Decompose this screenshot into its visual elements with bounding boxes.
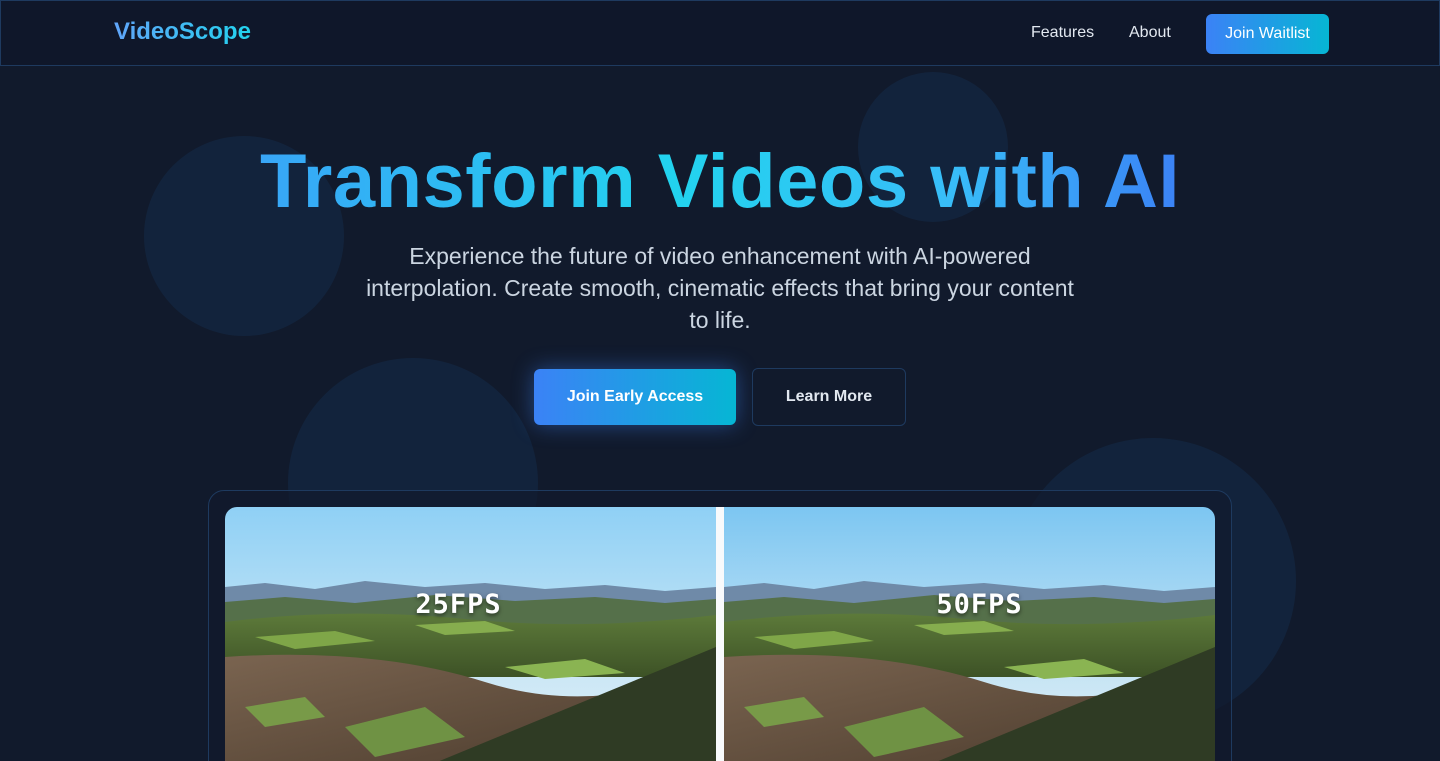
learn-more-button[interactable]: Learn More [752, 368, 906, 426]
hero-title-text: Transform Videos with AI [260, 139, 1180, 224]
landing-page: VideoScope Features About Join Waitlist … [0, 0, 1440, 761]
join-waitlist-button[interactable]: Join Waitlist [1206, 14, 1329, 54]
nav-link-about[interactable]: About [1129, 24, 1171, 42]
landscape-image [225, 507, 716, 761]
landscape-image [724, 507, 1215, 761]
fps-label-left: 25FPS [415, 589, 502, 620]
top-navbar: VideoScope Features About Join Waitlist [0, 0, 1440, 66]
fps-label-right: 50FPS [936, 589, 1023, 620]
brand-logo[interactable]: VideoScope [114, 18, 251, 46]
hero-title: Transform Videos with AI [0, 138, 1440, 225]
join-early-access-button[interactable]: Join Early Access [534, 369, 736, 425]
nav-link-features[interactable]: Features [1031, 24, 1094, 42]
video-preview-25fps[interactable]: 25FPS [225, 507, 716, 761]
video-preview-50fps[interactable]: 50FPS [724, 507, 1215, 761]
comparison-divider-handle[interactable] [716, 507, 724, 761]
hero-subtitle: Experience the future of video enhanceme… [366, 243, 1074, 333]
